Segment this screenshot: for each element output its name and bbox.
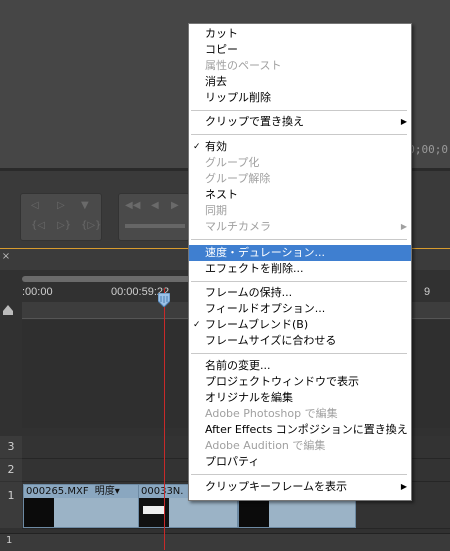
menu-item-group[interactable]: グループ化: [189, 155, 411, 171]
submenu-arrow-icon: ▶: [400, 117, 407, 126]
playhead-line[interactable]: [164, 288, 165, 550]
context-menu: カット コピー 属性のペースト 消去 リップル削除 クリップで置き換え ▶ ✓ 有効…: [188, 23, 412, 501]
playhead-marker[interactable]: [158, 293, 170, 307]
checkmark-icon: ✓: [193, 320, 201, 330]
menu-item-nest[interactable]: ネスト: [189, 187, 411, 203]
menu-item-scale-to-frame-size[interactable]: フレームサイズに合わせる: [189, 333, 411, 349]
track-number: 2: [0, 459, 23, 481]
menu-separator: [191, 110, 407, 111]
menu-item-edit-in-audition[interactable]: Adobe Audition で編集: [189, 438, 411, 454]
menu-item-properties[interactable]: プロパティ: [189, 454, 411, 470]
submenu-arrow-icon: ▶: [400, 482, 407, 491]
playback-button-group[interactable]: ◀◀ ◀ ▶: [118, 193, 190, 241]
menu-item-clear[interactable]: 消去: [189, 74, 411, 90]
menu-item-field-options[interactable]: フィールドオプション...: [189, 301, 411, 317]
clip-thumbnail: [239, 498, 269, 527]
menu-item-replace-with-after-effects[interactable]: After Effects コンポジションに置き換え: [189, 422, 411, 438]
menu-item-frame-blend[interactable]: ✓ フレームブレンド(B): [189, 317, 411, 333]
clip-name: 000265.MXF: [26, 486, 89, 497]
rewind-icon[interactable]: ◀◀: [125, 200, 140, 211]
menu-separator: [191, 134, 407, 135]
menu-item-ungroup[interactable]: グループ解除: [189, 171, 411, 187]
track-number: 1: [0, 482, 23, 528]
menu-separator: [191, 281, 407, 282]
menu-item-reveal-in-project[interactable]: プロジェクトウィンドウで表示: [189, 374, 411, 390]
menu-item-replace-with-clip[interactable]: クリップで置き換え ▶: [189, 114, 411, 130]
menu-item-frame-hold[interactable]: フレームの保持...: [189, 285, 411, 301]
menu-item-paste-attributes[interactable]: 属性のペースト: [189, 58, 411, 74]
menu-item-ripple-delete[interactable]: リップル削除: [189, 90, 411, 106]
menu-item-speed-duration[interactable]: 速度・デュレーション...: [189, 245, 411, 261]
menu-item-multi-camera[interactable]: マルチカメラ ▶: [189, 219, 411, 235]
submenu-arrow-icon: ▶: [400, 222, 407, 231]
play-reverse-icon[interactable]: ◀: [151, 200, 159, 211]
play-icon[interactable]: ▶: [171, 200, 179, 211]
track-number: 3: [0, 436, 23, 458]
menu-separator: [191, 353, 407, 354]
marker-icon[interactable]: ▼: [81, 200, 89, 211]
timecode-end: 9: [424, 286, 431, 298]
go-in-icon[interactable]: {◁: [31, 220, 45, 231]
menu-item-edit-original[interactable]: オリジナルを編集: [189, 390, 411, 406]
effect-dropdown[interactable]: 明度▾: [95, 486, 120, 497]
clip-thumbnail: [24, 498, 54, 527]
loop-icon[interactable]: {▷}: [81, 220, 101, 231]
shuttle-slider[interactable]: [125, 224, 185, 228]
step-back-icon[interactable]: ◁: [31, 200, 39, 211]
menu-item-copy[interactable]: コピー: [189, 42, 411, 58]
menu-separator: [191, 239, 407, 240]
step-forward-icon[interactable]: ▷: [57, 200, 65, 211]
menu-item-enable[interactable]: ✓ 有効: [189, 139, 411, 155]
timeline-scrollbar[interactable]: [0, 533, 450, 551]
menu-item-remove-effects[interactable]: エフェクトを削除...: [189, 261, 411, 277]
menu-separator: [191, 474, 407, 475]
menu-item-edit-in-photoshop[interactable]: Adobe Photoshop で編集: [189, 406, 411, 422]
clip-header: 000265.MXF 明度▾: [24, 485, 138, 498]
work-area-bar[interactable]: [22, 276, 202, 282]
timecode-start: :00:00: [22, 286, 53, 298]
bottom-track-number: 1: [6, 535, 13, 546]
menu-item-rename[interactable]: 名前の変更...: [189, 358, 411, 374]
menu-item-cut[interactable]: カット: [189, 26, 411, 42]
close-icon[interactable]: ×: [1, 252, 11, 262]
menu-item-show-clip-keyframes[interactable]: クリップキーフレームを表示 ▶: [189, 479, 411, 495]
clip-name: 00033N.: [141, 486, 184, 497]
go-out-icon[interactable]: ▷}: [57, 220, 71, 231]
menu-item-synchronize[interactable]: 同期: [189, 203, 411, 219]
checkmark-icon: ✓: [193, 142, 201, 152]
transport-button-group[interactable]: ◁ ▷ ▼ {◁ ▷} {▷}: [20, 193, 102, 241]
clip-1[interactable]: 000265.MXF 明度▾: [23, 484, 139, 528]
